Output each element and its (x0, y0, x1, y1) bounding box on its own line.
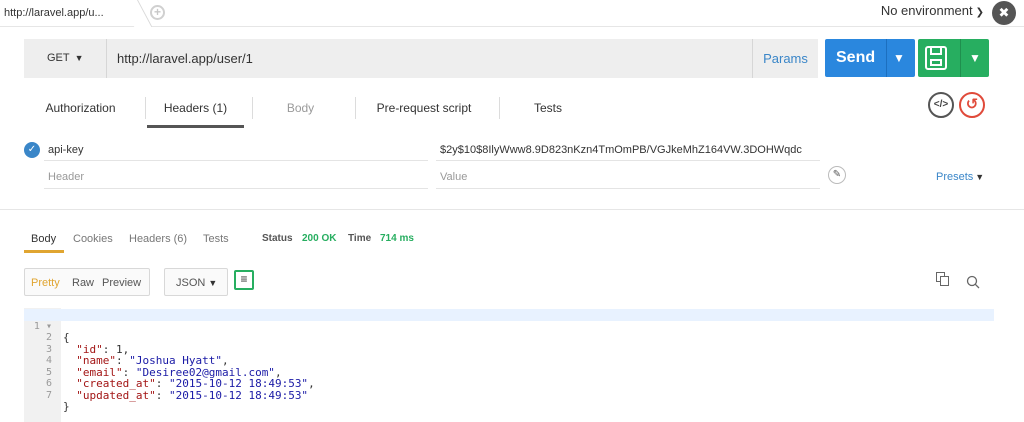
presets-label: Presets (936, 171, 974, 183)
header-value-underline (436, 188, 820, 189)
tab-strip: http://laravel.app/u... + No environment… (0, 0, 1024, 27)
reset-icon[interactable]: ↺ (959, 92, 985, 118)
tab-body[interactable]: Body (254, 89, 347, 128)
tab-pre-request-script[interactable]: Pre-request script (357, 89, 491, 128)
tab-separator (145, 97, 146, 119)
chevron-down-icon: ❯ (975, 7, 984, 18)
header-enabled-checkbox[interactable]: ✓ (24, 142, 40, 158)
chevron-down-icon: ▼ (208, 278, 218, 288)
params-button[interactable]: Params (752, 39, 818, 78)
url-input[interactable]: http://laravel.app/user/1 (117, 51, 253, 66)
active-tab-indicator (24, 250, 64, 253)
search-icon[interactable] (966, 275, 980, 289)
code-line: 7 } (24, 378, 994, 413)
method-label: GET (47, 52, 70, 64)
response-tab-cookies[interactable]: Cookies (73, 233, 113, 245)
code-line: 2 "id": 1, (24, 321, 994, 355)
format-pretty-button[interactable]: Pretty (31, 277, 60, 289)
language-label: JSON (176, 277, 206, 289)
format-switcher: Pretty Raw Preview (24, 268, 150, 296)
response-tab-body[interactable]: Body (31, 233, 56, 245)
request-tab[interactable]: http://laravel.app/u... (0, 0, 132, 27)
add-tab-icon[interactable]: + (150, 5, 165, 20)
response-tab-tests[interactable]: Tests (203, 233, 229, 245)
tab-separator (499, 97, 500, 119)
header-key-underline (44, 188, 428, 189)
header-key-underline (44, 160, 428, 161)
code-line: 4 "email": "Desiree02@gmail.com", (24, 344, 994, 378)
chevron-down-icon[interactable]: ▼ (893, 51, 905, 65)
code-line: 6 "updated_at": "2015-10-12 18:49:53" (24, 367, 994, 401)
send-button[interactable]: Send ▼ (825, 39, 915, 77)
chevron-down-icon: ▼ (975, 172, 985, 182)
code-line: 5 "created_at": "2015-10-12 18:49:53", (24, 355, 994, 390)
chevron-down-icon[interactable]: ▼ (969, 51, 981, 65)
request-tabs: Authorization Headers (1) Body Pre-reque… (24, 89, 994, 129)
section-divider (0, 209, 1024, 210)
environment-quick-look-icon[interactable]: ✖ (992, 1, 1016, 25)
tab-headers[interactable]: Headers (1) (147, 89, 244, 128)
method-select[interactable]: GET ▼ (24, 39, 107, 78)
response-body[interactable]: 1 ▾ { 2 "id": 1, 3 "name": "Joshua Hyatt… (24, 308, 994, 422)
format-raw-button[interactable]: Raw (72, 277, 94, 289)
format-preview-button[interactable]: Preview (102, 277, 141, 289)
code-line: 3 "name": "Joshua Hyatt", (24, 332, 994, 367)
tab-authorization[interactable]: Authorization (24, 89, 137, 128)
json-value: "2015-10-12 18:49:53" (168, 388, 309, 402)
presets-dropdown[interactable]: Presets ▼ (936, 171, 984, 183)
line-number: 7 (45, 389, 52, 401)
url-bar: GET ▼ http://laravel.app/user/1 Params (24, 39, 818, 78)
time-label: Time (348, 233, 372, 244)
pencil-icon[interactable]: ✎ (828, 166, 846, 184)
header-value-underline (436, 160, 820, 161)
save-divider (960, 39, 961, 77)
tab-tests[interactable]: Tests (501, 89, 595, 128)
save-button[interactable]: ▼ (918, 39, 989, 77)
code-text: } (63, 400, 70, 413)
chevron-down-icon: ▼ (74, 53, 84, 63)
request-tab-label: http://laravel.app/u... (4, 7, 104, 19)
json-key: "updated_at" (76, 388, 156, 402)
wrap-lines-icon[interactable]: ≡ (234, 270, 254, 290)
header-key-input[interactable]: Header (48, 171, 84, 183)
code-line: 1 ▾ { (24, 309, 994, 343)
send-label: Send (836, 49, 876, 66)
environment-selector[interactable]: No environment ❯ (881, 3, 984, 18)
environment-label: No environment (880, 3, 973, 18)
tab-separator (355, 97, 356, 119)
code-text: "updated_at": "2015-10-12 18:49:53" (76, 388, 309, 402)
tab-separator (252, 97, 253, 119)
send-divider (886, 39, 887, 77)
save-icon (925, 46, 947, 70)
language-select[interactable]: JSON ▼ (164, 268, 228, 296)
status-label: Status (262, 233, 293, 244)
copy-icon[interactable] (936, 272, 949, 286)
response-tab-headers[interactable]: Headers (6) (129, 233, 187, 245)
status-value: 200 OK (302, 233, 337, 244)
generate-code-icon[interactable]: </> (928, 92, 954, 118)
time-value: 714 ms (380, 233, 414, 244)
header-value[interactable]: $2y$10$8IlyWww8.9D823nKzn4TmOmPB/VGJkeMh… (440, 144, 802, 156)
header-key[interactable]: api-key (48, 144, 83, 156)
header-value-input[interactable]: Value (440, 171, 467, 183)
